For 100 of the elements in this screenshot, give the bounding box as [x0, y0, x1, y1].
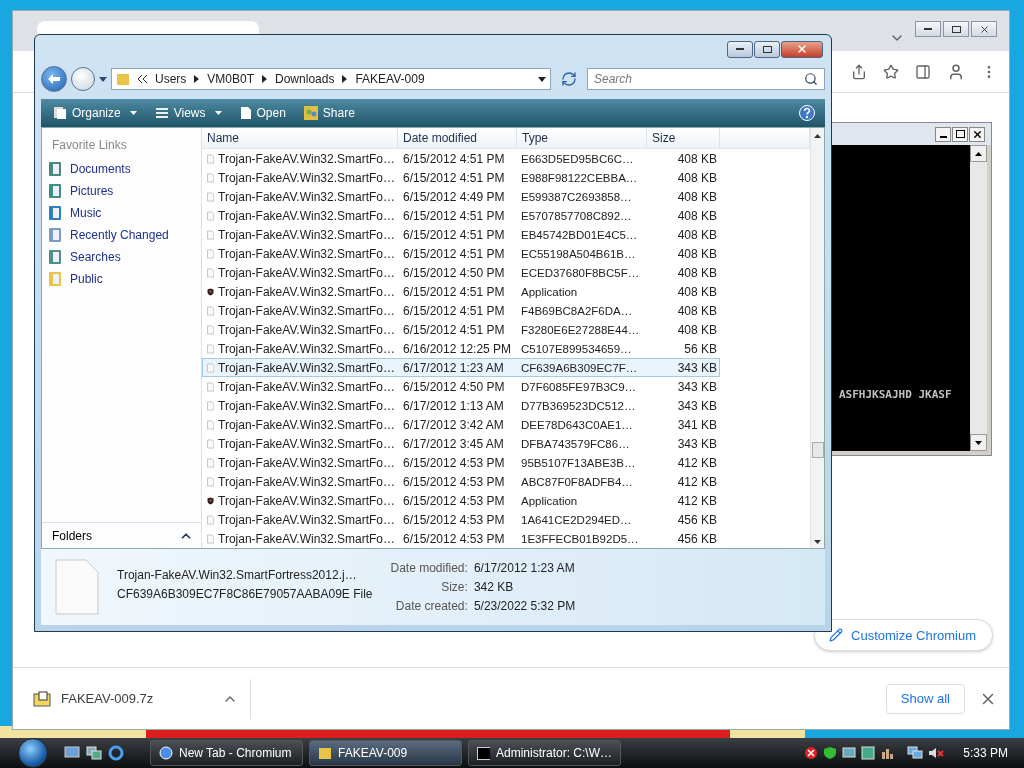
back-button[interactable] — [41, 66, 67, 92]
file-row[interactable]: Trojan-FakeAV.Win32.SmartFo… 6/15/2012 4:51 PM EB45742BD01E4C5… 408 KB — [202, 225, 720, 244]
maximize-button[interactable] — [943, 21, 969, 37]
table-cell-text: E663D5ED95BC6C… — [520, 152, 635, 165]
folders-toggle[interactable]: Folders — [42, 522, 201, 548]
browser-icon[interactable] — [108, 745, 124, 761]
shield-icon[interactable] — [823, 746, 838, 760]
download-filename[interactable]: FAKEAV-009.7z — [61, 691, 212, 706]
scrollbar[interactable] — [970, 145, 987, 451]
refresh-icon[interactable] — [561, 71, 577, 87]
nav-link[interactable]: Documents — [42, 158, 201, 180]
file-row[interactable]: Trojan-FakeAV.Win32.SmartFo… 6/17/2012 1:13 AM D77B369523DC512… 343 KB — [202, 396, 720, 415]
star-icon[interactable] — [883, 63, 899, 80]
file-row[interactable]: Trojan-FakeAV.Win32.SmartFo… 6/15/2012 4:50 PM ECED37680F8BC5F… 408 KB — [202, 263, 720, 282]
table-cell-text: 408 KB — [676, 303, 718, 318]
taskbar-button[interactable]: FAKEAV-009 — [309, 740, 462, 766]
address-bar[interactable]: Users VM0B0T Downloads FAKEAV-009 — [111, 68, 551, 90]
arrow-icon[interactable] — [262, 75, 268, 83]
monitor-icon[interactable] — [64, 746, 80, 760]
dropdown-icon[interactable] — [99, 76, 107, 82]
taskbar-button[interactable]: New Tab - Chromium — [150, 740, 303, 766]
file-row[interactable]: Trojan-FakeAV.Win32.SmartFo… 6/15/2012 4:51 PM F3280E6E27288E44… 408 KB — [202, 320, 720, 339]
table-cell-text: 6/15/2012 4:51 PM — [402, 303, 506, 318]
breadcrumb-item[interactable]: Downloads — [275, 72, 335, 86]
help-icon[interactable] — [799, 105, 815, 121]
column-header[interactable]: Date modified — [398, 128, 517, 148]
file-row[interactable]: Trojan-FakeAV.Win32.SmartFo… 6/15/2012 4:49 PM E599387C2693858… 408 KB — [202, 187, 720, 206]
column-header[interactable]: Type — [517, 128, 647, 148]
toolbar-button[interactable]: Organize — [51, 104, 139, 122]
nav-link[interactable]: Public — [42, 268, 201, 290]
window-icon[interactable] — [861, 746, 876, 760]
nav-link[interactable]: Music — [42, 202, 201, 224]
file-row[interactable]: Trojan-FakeAV.Win32.SmartFo… 6/15/2012 4:51 PM E988F98122CEBBA… 408 KB — [202, 168, 720, 187]
file-row[interactable]: Trojan-FakeAV.Win32.SmartFo… 6/15/2012 4:51 PM E5707857708C892… 408 KB — [202, 206, 720, 225]
show-all-button[interactable]: Show all — [885, 683, 965, 714]
breadcrumb-item[interactable]: VM0B0T — [207, 72, 255, 86]
arrow-icon[interactable] — [194, 75, 200, 83]
clock[interactable]: 5:33 PM — [963, 746, 1008, 760]
minimize-button[interactable] — [727, 40, 753, 58]
detail-value: 342 KB — [473, 580, 515, 594]
file-row[interactable]: Trojan-FakeAV.Win32.SmartFo… 6/15/2012 4:51 PM F4B69BC8A2F6DA… 408 KB — [202, 301, 720, 320]
table-cell-text: 6/15/2012 4:53 PM — [402, 455, 506, 470]
folder-icon — [318, 746, 332, 760]
speaker-muted-icon[interactable] — [928, 746, 945, 760]
file-row[interactable]: Trojan-FakeAV.Win32.SmartFo… 6/16/2012 12:25 PM C5107E899534659… 56 KB — [202, 339, 720, 358]
windows-icon[interactable] — [86, 746, 102, 760]
file-row[interactable]: Trojan-FakeAV.Win32.SmartFo… 6/15/2012 4:53 PM 95B5107F13ABE3B… 412 KB — [202, 453, 720, 472]
monitors-icon[interactable] — [907, 746, 924, 760]
nav-link[interactable]: Recently Changed — [42, 224, 201, 246]
nav-link[interactable]: Searches — [42, 246, 201, 268]
profile-icon[interactable] — [947, 62, 965, 81]
maximize-icon — [955, 130, 965, 138]
file-row[interactable]: Trojan-FakeAV.Win32.SmartFo… 6/15/2012 4:50 PM D7F6085FE97B3C9… 343 KB — [202, 377, 720, 396]
arrow-up-icon[interactable] — [975, 151, 982, 156]
file-row[interactable]: Trojan-FakeAV.Win32.SmartFo… 6/15/2012 4:53 PM Application 412 KB — [202, 491, 720, 510]
arrow-up-icon[interactable] — [814, 134, 821, 138]
column-header[interactable]: Size — [647, 128, 720, 148]
share-icon[interactable] — [851, 63, 867, 80]
breadcrumb-item[interactable]: FAKEAV-009 — [355, 72, 425, 86]
arrow-down-icon[interactable] — [975, 440, 982, 445]
arrow-down-icon[interactable] — [814, 540, 821, 544]
forward-button[interactable] — [71, 67, 95, 91]
table-cell-text: Application — [520, 285, 579, 298]
file-row[interactable]: Trojan-FakeAV.Win32.SmartFo… 6/15/2012 4:53 PM 1A641CE2D294ED… 456 KB — [202, 510, 720, 529]
customize-button[interactable]: Customize Chromium — [814, 619, 993, 651]
start-button[interactable] — [18, 738, 48, 768]
table-cell-text: 408 KB — [676, 151, 718, 166]
taskbar-button[interactable]: Administrator: C:\W… — [468, 740, 621, 766]
file-row[interactable]: Trojan-FakeAV.Win32.SmartFo… 6/17/2012 3:45 AM DFBA743579FC86… 343 KB — [202, 434, 720, 453]
file-row[interactable]: Trojan-FakeAV.Win32.SmartFo… 6/15/2012 4:53 PM ABC87F0F8ADFB4… 412 KB — [202, 472, 720, 491]
toolbar-button[interactable]: Views — [152, 104, 224, 122]
error-icon[interactable] — [804, 746, 819, 760]
table-cell-text: 6/15/2012 4:50 PM — [402, 265, 506, 280]
search-field[interactable]: Search — [587, 68, 825, 90]
minimize-button[interactable] — [915, 21, 941, 37]
file-row[interactable]: Trojan-FakeAV.Win32.SmartFo… 6/17/2012 3:42 AM DEE78D643C0AE1… 341 KB — [202, 415, 720, 434]
chart-icon[interactable] — [880, 746, 895, 760]
file-row[interactable]: Trojan-FakeAV.Win32.SmartFo… 6/17/2012 1:23 AM CF639A6B309EC7F… 343 KB — [202, 358, 720, 377]
scrollbar[interactable] — [810, 128, 824, 548]
close-button[interactable] — [969, 126, 985, 142]
table-cell-text: 408 KB — [676, 265, 718, 280]
file-row[interactable]: Trojan-FakeAV.Win32.SmartFo… 6/15/2012 4:53 PM 1E3FFECB01B92D5… 456 KB — [202, 529, 720, 548]
minimize-button[interactable] — [935, 126, 951, 142]
browser-tab[interactable] — [37, 21, 259, 35]
network-icon[interactable] — [842, 746, 857, 760]
dropdown-icon[interactable] — [538, 76, 546, 82]
breadcrumb-item[interactable]: Users — [155, 72, 187, 86]
maximize-button[interactable] — [952, 126, 968, 142]
scrollbar-thumb[interactable] — [811, 442, 824, 458]
arrow-icon[interactable] — [342, 75, 348, 83]
toolbar-button[interactable]: Open — [237, 104, 288, 122]
file-row[interactable]: Trojan-FakeAV.Win32.SmartFo… 6/15/2012 4:51 PM Application 408 KB — [202, 282, 720, 301]
nav-link[interactable]: Pictures — [42, 180, 201, 202]
file-row[interactable]: Trojan-FakeAV.Win32.SmartFo… 6/15/2012 4:51 PM EC55198A504B61B… 408 KB — [202, 244, 720, 263]
file-row[interactable]: Trojan-FakeAV.Win32.SmartFo… 6/15/2012 4:51 PM E663D5ED95BC6C… 408 KB — [202, 149, 720, 168]
table-cell-text: 456 KB — [676, 531, 718, 546]
maximize-button[interactable] — [754, 40, 780, 58]
toolbar-button[interactable]: Share — [301, 104, 357, 122]
side-panel-icon[interactable] — [915, 63, 931, 80]
column-header[interactable]: Name — [202, 128, 398, 148]
